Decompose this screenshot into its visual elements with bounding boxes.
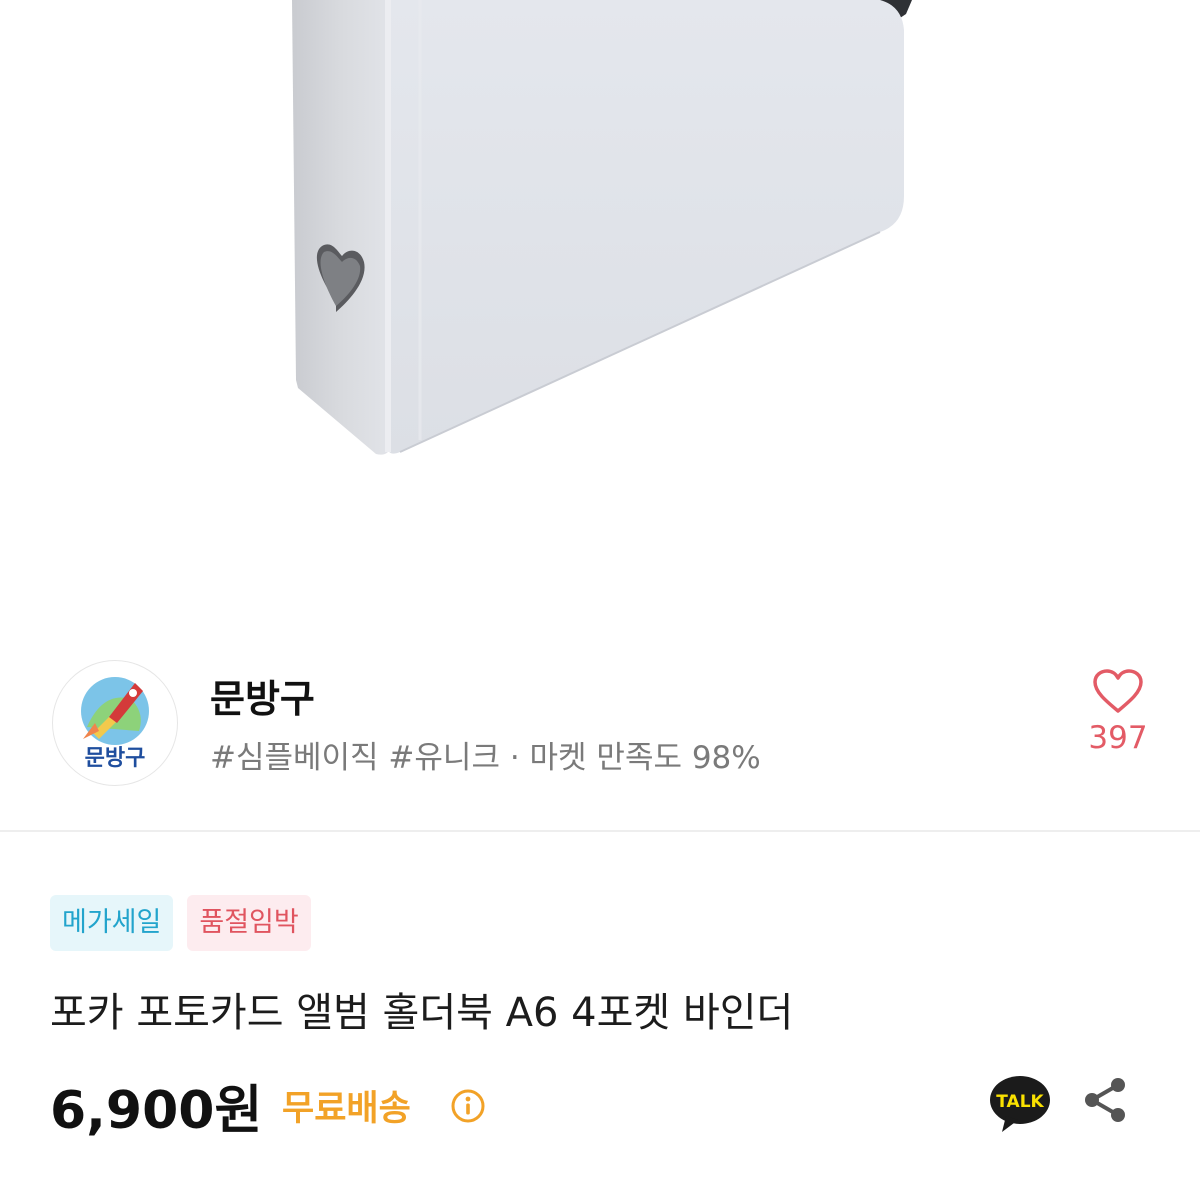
info-icon[interactable] (450, 1088, 486, 1124)
price-row: 6,900원 무료배송 TALK (50, 1068, 1150, 1141)
heart-icon (1093, 669, 1143, 713)
like-count: 397 (1088, 720, 1148, 756)
share-icon[interactable] (1080, 1074, 1132, 1126)
svg-text:문방구: 문방구 (85, 746, 146, 771)
section-divider (0, 830, 1200, 832)
seller-tags: #심플베이직 #유니크 · 마켓 만족도 98% (210, 740, 761, 776)
mega-sale-badge: 메가세일 (50, 895, 174, 951)
binder-illustration (292, 0, 912, 455)
product-title: 포카 포토카드 앨범 홀더북 A6 4포켓 바인더 (50, 990, 794, 1036)
badge-list: 메가세일 품절임박 (50, 895, 311, 951)
kakao-talk-icon[interactable]: TALK (988, 1072, 1052, 1136)
like-button[interactable]: 397 (1076, 668, 1160, 756)
free-shipping-label: 무료배송 (282, 1089, 411, 1129)
product-image[interactable] (0, 0, 1200, 640)
seller-section[interactable]: 문방구 문방구 #심플베이직 #유니크 · 마켓 만족도 98% 397 (0, 640, 1200, 830)
seller-name[interactable]: 문방구 (210, 668, 315, 723)
product-price: 6,900원 (50, 1081, 263, 1141)
svg-text:TALK: TALK (996, 1092, 1044, 1112)
rocket-icon: 문방구 (81, 677, 149, 771)
almost-sold-out-badge: 품절임박 (187, 895, 311, 951)
seller-avatar[interactable]: 문방구 (52, 660, 178, 786)
